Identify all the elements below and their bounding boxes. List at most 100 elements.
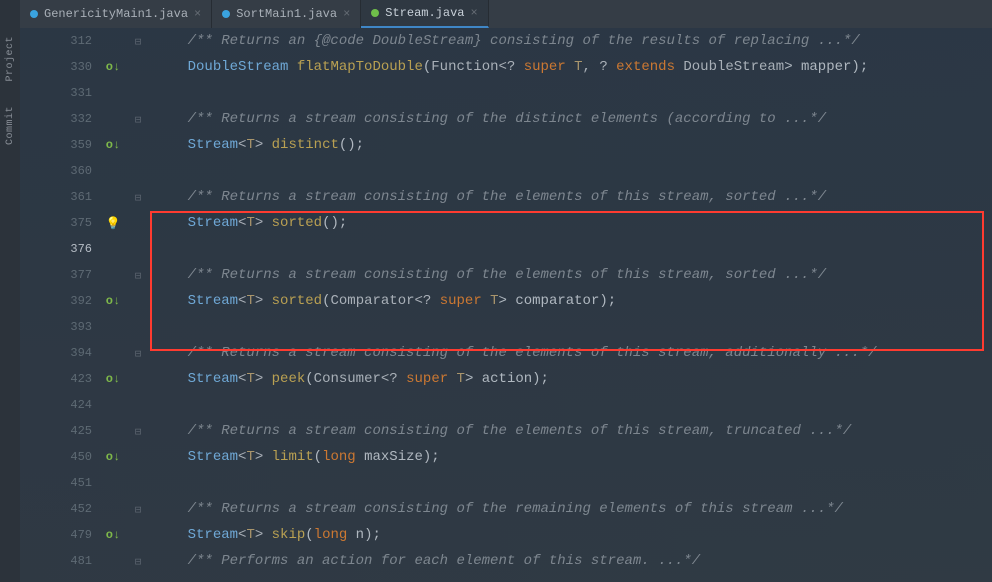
line-number[interactable]: 361	[20, 190, 98, 204]
code-line[interactable]: 452 ⊟ /** Returns a stream consisting of …	[20, 496, 992, 522]
editor-tabs: GenericityMain1.java×SortMain1.java×Stre…	[20, 0, 992, 28]
line-number[interactable]: 359	[20, 138, 98, 152]
line-number[interactable]: 375	[20, 216, 98, 230]
line-number[interactable]: 394	[20, 346, 98, 360]
fold-icon[interactable]: ⊟	[132, 191, 144, 205]
code-content[interactable]: Stream<T> distinct();	[148, 137, 992, 153]
code-line[interactable]: 423 o↓ Stream<T> peek(Consumer<? super T>…	[20, 366, 992, 392]
code-line[interactable]: 479 o↓ Stream<T> skip(long n);	[20, 522, 992, 548]
override-icon[interactable]: o↓	[106, 294, 120, 308]
gutter-marker[interactable]: 💡	[98, 216, 128, 231]
line-number[interactable]: 392	[20, 294, 98, 308]
code-content[interactable]: /** Returns a stream consisting of the r…	[148, 501, 992, 517]
code-line[interactable]: 425 ⊟ /** Returns a stream consisting of …	[20, 418, 992, 444]
fold-icon[interactable]: ⊟	[132, 503, 144, 517]
gutter-marker[interactable]: o↓	[98, 528, 128, 542]
fold-toggle[interactable]: ⊟	[128, 502, 148, 517]
line-number[interactable]: 393	[20, 320, 98, 334]
project-tool-button[interactable]: Project	[4, 30, 17, 88]
fold-icon[interactable]: ⊟	[132, 35, 144, 49]
code-content[interactable]: DoubleStream flatMapToDouble(Function<? …	[148, 59, 992, 75]
override-icon[interactable]: o↓	[106, 450, 120, 464]
override-icon[interactable]: o↓	[106, 372, 120, 386]
fold-toggle[interactable]: ⊟	[128, 554, 148, 569]
line-number[interactable]: 479	[20, 528, 98, 542]
line-number[interactable]: 451	[20, 476, 98, 490]
code-line[interactable]: 393	[20, 314, 992, 340]
fold-icon[interactable]: ⊟	[132, 347, 144, 361]
commit-tool-button[interactable]: Commit	[4, 100, 17, 151]
fold-icon[interactable]: ⊟	[132, 425, 144, 439]
code-content[interactable]: /** Performs an action for each element …	[148, 553, 992, 569]
class-icon	[222, 10, 230, 18]
line-number[interactable]: 425	[20, 424, 98, 438]
line-number[interactable]: 377	[20, 268, 98, 282]
editor-tab[interactable]: SortMain1.java×	[212, 0, 361, 28]
line-number[interactable]: 452	[20, 502, 98, 516]
intention-bulb-icon[interactable]: 💡	[106, 217, 121, 231]
code-content[interactable]: /** Returns a stream consisting of the e…	[148, 267, 992, 283]
code-content[interactable]: /** Returns a stream consisting of the e…	[148, 423, 992, 439]
line-number[interactable]: 450	[20, 450, 98, 464]
fold-toggle[interactable]: ⊟	[128, 424, 148, 439]
code-line[interactable]: 451	[20, 470, 992, 496]
override-icon[interactable]: o↓	[106, 138, 120, 152]
fold-toggle[interactable]: ⊟	[128, 34, 148, 49]
code-line[interactable]: 331	[20, 80, 992, 106]
code-content[interactable]: Stream<T> limit(long maxSize);	[148, 449, 992, 465]
code-content[interactable]: /** Returns an {@code DoubleStream} cons…	[148, 33, 992, 49]
line-number[interactable]: 424	[20, 398, 98, 412]
code-line[interactable]: 361 ⊟ /** Returns a stream consisting of …	[20, 184, 992, 210]
override-icon[interactable]: o↓	[106, 60, 120, 74]
code-content[interactable]: /** Returns a stream consisting of the d…	[148, 111, 992, 127]
code-line[interactable]: 376	[20, 236, 992, 262]
gutter-marker[interactable]: o↓	[98, 450, 128, 464]
code-content[interactable]: Stream<T> peek(Consumer<? super T> actio…	[148, 371, 992, 387]
code-content[interactable]: /** Returns a stream consisting of the e…	[148, 345, 992, 361]
left-tool-strip: Project Commit	[0, 0, 20, 582]
editor-tab[interactable]: GenericityMain1.java×	[20, 0, 212, 28]
code-line[interactable]: 359 o↓ Stream<T> distinct();	[20, 132, 992, 158]
code-content[interactable]: /** Returns a stream consisting of the e…	[148, 189, 992, 205]
gutter-marker[interactable]: o↓	[98, 60, 128, 74]
code-line[interactable]: 360	[20, 158, 992, 184]
close-tab-icon[interactable]: ×	[470, 6, 477, 20]
gutter-marker[interactable]: o↓	[98, 372, 128, 386]
editor-tab[interactable]: Stream.java×	[361, 0, 488, 28]
line-number[interactable]: 360	[20, 164, 98, 178]
gutter-marker[interactable]: o↓	[98, 138, 128, 152]
code-line[interactable]: 481 ⊟ /** Performs an action for each ele…	[20, 548, 992, 574]
line-number[interactable]: 331	[20, 86, 98, 100]
fold-icon[interactable]: ⊟	[132, 269, 144, 283]
code-line[interactable]: 330 o↓ DoubleStream flatMapToDouble(Funct…	[20, 54, 992, 80]
code-content[interactable]: Stream<T> sorted();	[148, 215, 992, 231]
code-line[interactable]: 392 o↓ Stream<T> sorted(Comparator<? supe…	[20, 288, 992, 314]
line-number[interactable]: 376	[20, 242, 98, 256]
line-number[interactable]: 330	[20, 60, 98, 74]
main-panel: GenericityMain1.java×SortMain1.java×Stre…	[20, 0, 992, 582]
close-tab-icon[interactable]: ×	[343, 7, 350, 21]
code-editor[interactable]: 312 ⊟ /** Returns an {@code DoubleStream}…	[20, 28, 992, 582]
code-content[interactable]: Stream<T> skip(long n);	[148, 527, 992, 543]
line-number[interactable]: 481	[20, 554, 98, 568]
code-line[interactable]: 394 ⊟ /** Returns a stream consisting of …	[20, 340, 992, 366]
fold-icon[interactable]: ⊟	[132, 113, 144, 127]
line-number[interactable]: 423	[20, 372, 98, 386]
fold-toggle[interactable]: ⊟	[128, 190, 148, 205]
code-line[interactable]: 424	[20, 392, 992, 418]
fold-toggle[interactable]: ⊟	[128, 112, 148, 127]
fold-toggle[interactable]: ⊟	[128, 268, 148, 283]
override-icon[interactable]: o↓	[106, 528, 120, 542]
gutter-marker[interactable]: o↓	[98, 294, 128, 308]
code-content[interactable]: Stream<T> sorted(Comparator<? super T> c…	[148, 293, 992, 309]
code-line[interactable]: 332 ⊟ /** Returns a stream consisting of …	[20, 106, 992, 132]
code-line[interactable]: 450 o↓ Stream<T> limit(long maxSize);	[20, 444, 992, 470]
line-number[interactable]: 312	[20, 34, 98, 48]
code-line[interactable]: 377 ⊟ /** Returns a stream consisting of …	[20, 262, 992, 288]
fold-icon[interactable]: ⊟	[132, 555, 144, 569]
fold-toggle[interactable]: ⊟	[128, 346, 148, 361]
close-tab-icon[interactable]: ×	[194, 7, 201, 21]
line-number[interactable]: 332	[20, 112, 98, 126]
code-line[interactable]: 312 ⊟ /** Returns an {@code DoubleStream}…	[20, 28, 992, 54]
code-line[interactable]: 375 💡 Stream<T> sorted();	[20, 210, 992, 236]
